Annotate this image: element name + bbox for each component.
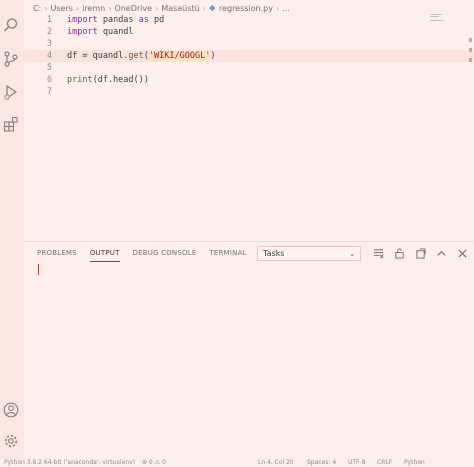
activity-bar xyxy=(0,0,24,467)
bottom-panel: PROBLEMS OUTPUT DEBUG CONSOLE TERMINAL T… xyxy=(24,241,474,460)
code-text: df = quandl.get('WIKI/GOOGL') xyxy=(67,50,215,62)
clear-output-icon[interactable] xyxy=(372,247,384,259)
line-number: 5 xyxy=(46,63,52,73)
breadcrumb-more[interactable]: ... xyxy=(282,4,290,13)
chevron-right-icon: › xyxy=(275,3,280,13)
python-file-icon: ❖ xyxy=(208,3,216,13)
lock-scroll-icon[interactable] xyxy=(393,247,405,259)
python-interpreter[interactable]: Python 3.8.2 64-bit ('anaconda': virtual… xyxy=(4,459,135,467)
chevron-right-icon: › xyxy=(44,3,48,13)
code-line[interactable]: 1 import pandas as pd xyxy=(24,14,474,26)
search-icon[interactable] xyxy=(3,17,19,33)
chevron-right-icon: › xyxy=(108,3,112,13)
line-number: 3 xyxy=(46,39,52,49)
settings-gear-icon[interactable] xyxy=(3,433,19,449)
line-number: 2 xyxy=(46,27,52,37)
code-line[interactable]: 6 print(df.head()) xyxy=(24,74,474,86)
status-bar: Python 3.8.2 64-bit ('anaconda': virtual… xyxy=(0,459,474,467)
output-channel-value: Tasks xyxy=(263,249,285,258)
account-icon[interactable] xyxy=(3,402,19,418)
source-control-icon[interactable] xyxy=(3,51,19,67)
maximize-panel-icon[interactable] xyxy=(435,247,447,259)
tab-problems[interactable]: PROBLEMS xyxy=(37,246,77,262)
code-token: 'WIKI/GOOGL' xyxy=(148,51,211,61)
code-token: print xyxy=(67,75,93,85)
line-number: 7 xyxy=(46,87,52,97)
tab-debug-console[interactable]: DEBUG CONSOLE xyxy=(133,246,197,262)
chevron-right-icon: › xyxy=(202,3,206,13)
code-token: (df.head()) xyxy=(92,75,149,85)
code-token: as xyxy=(138,15,149,25)
chevron-down-icon: ⌄ xyxy=(349,249,355,258)
code-line[interactable]: 5 xyxy=(24,62,474,74)
code-line[interactable]: 7 xyxy=(24,86,474,98)
code-token: import xyxy=(67,15,98,25)
overview-ruler xyxy=(469,38,472,66)
open-in-editor-icon[interactable] xyxy=(414,247,426,259)
code-token: pandas xyxy=(97,15,139,25)
line-number: 6 xyxy=(46,75,52,85)
code-text: print(df.head()) xyxy=(67,74,149,86)
breadcrumb: C: › Users › iremn › OneDrive › Masaüstü… xyxy=(33,2,290,14)
cursor-position[interactable]: Ln 4, Col 20 xyxy=(258,459,294,467)
code-text: import pandas as pd xyxy=(67,14,164,26)
language-mode[interactable]: Python xyxy=(404,459,425,467)
tab-output[interactable]: OUTPUT xyxy=(89,246,120,262)
code-token: import xyxy=(67,27,98,37)
output-cursor xyxy=(38,264,39,275)
code-editor[interactable]: 1 import pandas as pd 2 import quandl 3 4 df =… xyxy=(24,14,474,240)
line-number: 4 xyxy=(46,51,52,61)
code-token: quandl xyxy=(97,27,134,37)
breadcrumb-item[interactable]: Users xyxy=(50,4,72,13)
line-number: 1 xyxy=(46,15,52,25)
panel-actions xyxy=(372,247,468,259)
problems-count[interactable]: ⊗ 0 ⚠ 0 xyxy=(142,459,166,467)
extensions-icon[interactable] xyxy=(3,116,19,132)
breadcrumb-item[interactable]: Masaüstü xyxy=(161,4,199,13)
breadcrumb-item[interactable]: OneDrive xyxy=(114,4,152,13)
code-token: pd xyxy=(148,15,165,25)
output-channel-select[interactable]: Tasks ⌄ xyxy=(257,246,361,261)
run-debug-icon[interactable] xyxy=(3,84,19,100)
code-token: ) xyxy=(210,51,216,61)
minimap[interactable] xyxy=(430,14,444,22)
encoding[interactable]: UTF-8 xyxy=(348,459,366,467)
close-panel-icon[interactable] xyxy=(456,247,468,259)
indentation[interactable]: Spaces: 4 xyxy=(307,459,336,467)
code-line[interactable]: 4 df = quandl.get('WIKI/GOOGL') xyxy=(24,50,474,62)
tab-terminal[interactable]: TERMINAL xyxy=(209,246,246,262)
code-token: get xyxy=(128,51,144,61)
code-token: df = quandl. xyxy=(67,51,129,61)
chevron-right-icon: › xyxy=(75,3,80,13)
breadcrumb-item[interactable]: iremn xyxy=(82,4,105,13)
code-line[interactable]: 2 import quandl xyxy=(24,26,474,38)
chevron-right-icon: › xyxy=(155,3,159,13)
line-ending[interactable]: CRLF xyxy=(377,459,392,467)
code-line[interactable]: 3 xyxy=(24,38,474,50)
breadcrumb-item[interactable]: C: xyxy=(33,4,41,13)
breadcrumb-file[interactable]: regression.py xyxy=(219,4,273,13)
code-text: import quandl xyxy=(67,26,134,38)
panel-tabs: PROBLEMS OUTPUT DEBUG CONSOLE TERMINAL xyxy=(37,246,247,262)
